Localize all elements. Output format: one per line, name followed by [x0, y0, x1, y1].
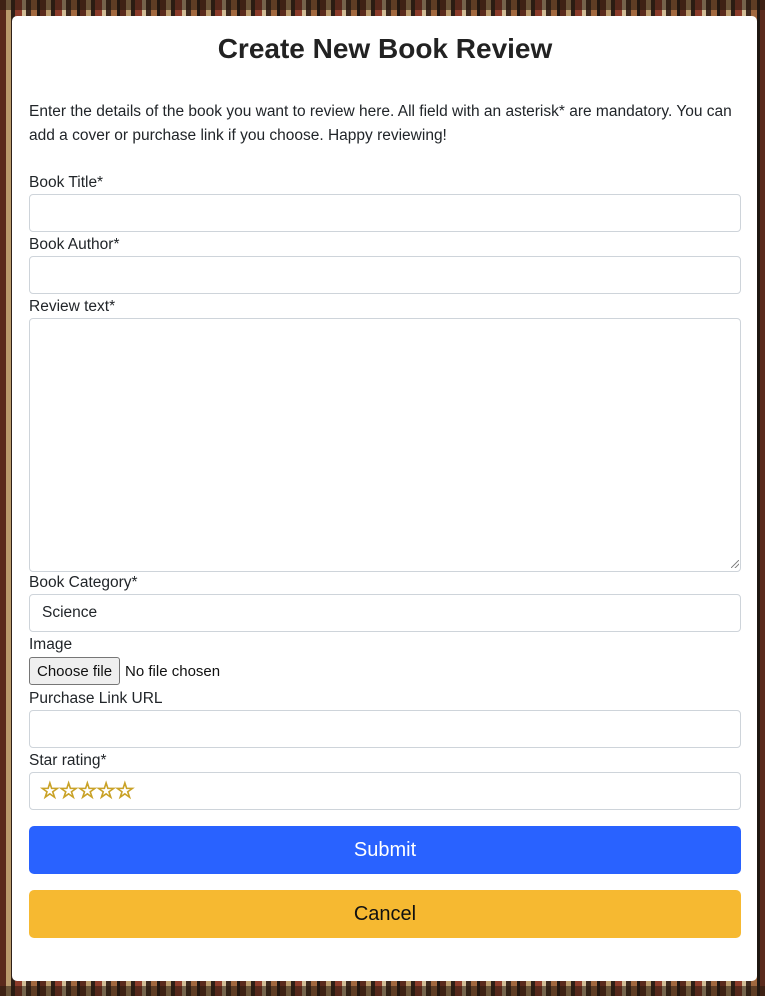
- review-form-card: Create New Book Review Enter the details…: [12, 16, 757, 981]
- review-textarea[interactable]: [29, 318, 741, 572]
- star-icon[interactable]: ☆: [96, 779, 117, 802]
- choose-file-button[interactable]: Choose file: [29, 657, 121, 685]
- book-category-label: Book Category*: [29, 574, 138, 591]
- intro-text: Enter the details of the book you want t…: [29, 103, 732, 144]
- book-category-value: Science: [42, 604, 98, 621]
- star-rating-input[interactable]: ☆ ☆ ☆ ☆ ☆: [29, 772, 741, 810]
- star-icon[interactable]: ☆: [40, 779, 61, 802]
- book-title-input[interactable]: [29, 194, 741, 232]
- review-text-label: Review text*: [29, 298, 116, 315]
- bookshelf-edge: [0, 0, 765, 10]
- purchase-link-label: Purchase Link URL: [29, 690, 163, 707]
- file-status-text: No file chosen: [125, 662, 221, 680]
- star-icon[interactable]: ☆: [77, 779, 98, 802]
- book-author-input[interactable]: [29, 256, 741, 294]
- bookshelf-edge: [0, 986, 765, 996]
- page-title: Create New Book Review: [217, 33, 553, 64]
- resize-handle-icon[interactable]: [731, 560, 739, 568]
- star-icon[interactable]: ☆: [114, 779, 135, 802]
- star-rating-label: Star rating*: [29, 752, 107, 769]
- image-file-input: Choose file No file chosen: [29, 656, 741, 686]
- image-label: Image: [29, 636, 73, 653]
- purchase-link-input[interactable]: [29, 710, 741, 748]
- book-category-select[interactable]: Science: [29, 594, 741, 632]
- book-author-label: Book Author*: [29, 236, 120, 253]
- book-title-label: Book Title*: [29, 174, 104, 191]
- submit-button[interactable]: Submit: [29, 826, 741, 874]
- star-icon[interactable]: ☆: [58, 779, 79, 802]
- review-form: Book Title* Book Author* Review text* Bo…: [29, 172, 741, 938]
- cancel-button[interactable]: Cancel: [29, 890, 741, 938]
